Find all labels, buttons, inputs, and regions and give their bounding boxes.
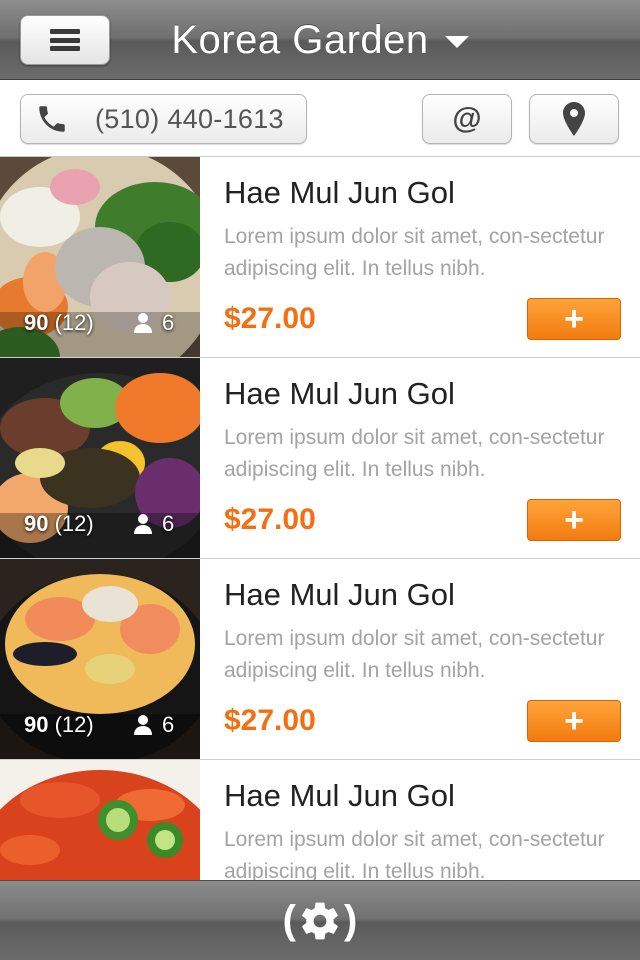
person-icon xyxy=(134,313,152,333)
dish-description: Lorem ipsum dolor sit amet, con-sectetur… xyxy=(224,828,605,880)
add-to-order-button[interactable]: + xyxy=(527,700,621,742)
servings: 6 xyxy=(134,310,174,336)
rating-score: 90 xyxy=(24,310,49,335)
dish-name: Hae Mul Jun Gol xyxy=(224,175,455,210)
servings-count: 6 xyxy=(162,712,175,737)
person-icon xyxy=(134,514,152,534)
servings: 6 xyxy=(134,511,174,537)
menu-list: 90 (12) 6 Hae Mul Jun Gol Lorem ipsum do… xyxy=(0,157,640,880)
dish-name: Hae Mul Jun Gol xyxy=(224,577,455,612)
footer-bar: ( ) xyxy=(0,880,640,960)
header-bar: Korea Garden xyxy=(0,0,640,80)
caret-down-icon xyxy=(444,36,469,48)
phone-number: (510) 440-1613 xyxy=(95,103,284,134)
dish-name: Hae Mul Jun Gol xyxy=(224,376,455,411)
rating: 90 (12) xyxy=(24,310,94,336)
email-icon: @ xyxy=(452,102,482,135)
dish-description: Lorem ipsum dolor sit amet, con-sectetur… xyxy=(224,225,605,280)
servings-count: 6 xyxy=(162,511,175,536)
rating: 90 (12) xyxy=(24,511,94,537)
map-pin-icon xyxy=(563,102,585,136)
list-item[interactable]: Hae Mul Jun Gol Lorem ipsum dolor sit am… xyxy=(0,760,640,880)
dish-description: Lorem ipsum dolor sit amet, con-sectetur… xyxy=(224,426,605,481)
settings-button[interactable]: ( ) xyxy=(283,898,358,943)
list-item[interactable]: 90 (12) 6 Hae Mul Jun Gol Lorem ipsum do… xyxy=(0,358,640,559)
rating: 90 (12) xyxy=(24,712,94,738)
servings: 6 xyxy=(134,712,174,738)
dish-price: $27.00 xyxy=(224,503,316,536)
list-item[interactable]: 90 (12) 6 Hae Mul Jun Gol Lorem ipsum do… xyxy=(0,157,640,358)
servings-count: 6 xyxy=(162,310,175,335)
restaurant-selector[interactable]: Korea Garden xyxy=(150,10,490,70)
dish-name: Hae Mul Jun Gol xyxy=(224,778,455,813)
left-paren: ( xyxy=(282,898,296,942)
review-count: (12) xyxy=(54,511,94,536)
person-icon xyxy=(134,715,152,735)
contact-bar: (510) 440-1613 @ xyxy=(0,80,640,157)
dish-photo xyxy=(0,760,200,880)
page-title: Korea Garden xyxy=(171,17,429,62)
dish-price: $27.00 xyxy=(224,302,316,335)
map-button[interactable] xyxy=(529,94,619,144)
call-button[interactable]: (510) 440-1613 xyxy=(20,94,307,144)
hamburger-icon xyxy=(50,29,80,51)
dish-description: Lorem ipsum dolor sit amet, con-sectetur… xyxy=(224,627,605,682)
dish-price: $27.00 xyxy=(224,704,316,737)
gear-icon xyxy=(302,902,338,939)
add-to-order-button[interactable]: + xyxy=(527,298,621,340)
rating-score: 90 xyxy=(24,712,49,737)
rating-score: 90 xyxy=(24,511,49,536)
phone-icon xyxy=(39,106,65,132)
email-button[interactable]: @ xyxy=(422,94,512,144)
right-paren: ) xyxy=(344,898,358,942)
menu-button[interactable] xyxy=(20,15,110,65)
review-count: (12) xyxy=(54,712,94,737)
list-item[interactable]: 90 (12) 6 Hae Mul Jun Gol Lorem ipsum do… xyxy=(0,559,640,760)
review-count: (12) xyxy=(54,310,94,335)
add-to-order-button[interactable]: + xyxy=(527,499,621,541)
